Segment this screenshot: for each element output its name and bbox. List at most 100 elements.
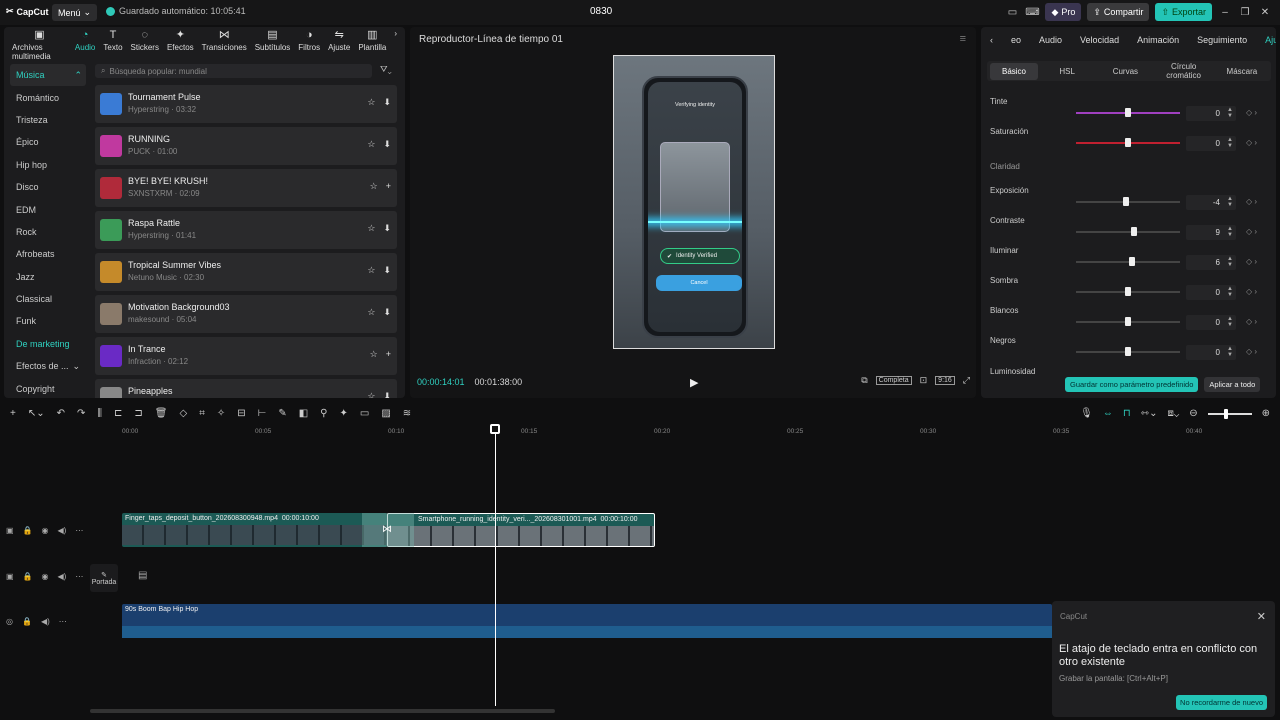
track-item[interactable]: Raspa Rattle Hyperstring · 01:41 ☆ ⬇ [95, 211, 397, 249]
right-tab-0[interactable]: eo [1002, 35, 1030, 45]
track-toggle-icon[interactable]: ▣ [6, 526, 14, 535]
right-tab-4[interactable]: Seguimiento [1188, 35, 1256, 45]
track-item[interactable]: RUNNING PUCK · 01:00 ☆ ⬇ [95, 127, 397, 165]
track-item[interactable]: BYE! BYE! KRUSH! SXNSTXRM · 02:09 ☆ + [95, 169, 397, 207]
tab-4[interactable]: ✦ Efectos [163, 27, 198, 54]
adjust-slider[interactable] [1076, 347, 1180, 356]
download-icon[interactable]: ⬇ [383, 223, 391, 234]
sidebar-item-14[interactable]: Copyright [4, 377, 90, 398]
favorite-icon[interactable]: ☆ [367, 223, 375, 234]
audio-clip[interactable]: 90s Boom Bap Hip Hop [122, 604, 1052, 638]
more-icon[interactable]: ⋯ [59, 617, 67, 626]
tab-1[interactable]: ◔ Audio [71, 27, 99, 54]
cover-button[interactable]: ✎ Portada [90, 564, 118, 592]
value-input[interactable]: -4 ▲ ▼ [1186, 195, 1236, 210]
tabs-next-icon[interactable]: › [390, 27, 401, 40]
track-item[interactable]: Tournament Pulse Hyperstring · 03:32 ☆ ⬇ [95, 85, 397, 123]
more-icon[interactable]: ⋯ [75, 572, 83, 581]
subtab-4[interactable]: Máscara [1213, 67, 1271, 76]
slider-knob[interactable] [1125, 287, 1131, 296]
sidebar-item-0[interactable]: Música ⌃ [10, 64, 86, 87]
value-input[interactable]: 0 ▲ ▼ [1186, 345, 1236, 360]
adjust-slider[interactable] [1076, 227, 1180, 236]
sidebar-item-12[interactable]: De marketing [4, 333, 90, 355]
export-button[interactable]: ⇧ Exportar [1155, 3, 1212, 21]
subtab-0[interactable]: Básico [990, 62, 1038, 80]
player-menu-icon[interactable]: ≡ [960, 33, 966, 45]
speaker-icon[interactable]: ◀) [58, 526, 67, 535]
subtab-1[interactable]: HSL [1038, 67, 1096, 76]
minimize-icon[interactable]: – [1218, 5, 1232, 19]
slider-knob[interactable] [1125, 317, 1131, 326]
filter-icon[interactable]: ⛛⌄ [380, 64, 392, 75]
mirror-icon[interactable]: ◧ [299, 408, 308, 419]
lock-icon[interactable]: 🔒 [23, 526, 33, 535]
crop-icon[interactable]: ⧉ [861, 375, 867, 386]
tab-3[interactable]: ◌ Stickers [127, 27, 163, 54]
adjust-slider[interactable] [1076, 108, 1180, 117]
download-icon[interactable]: ⬇ [383, 307, 391, 318]
subtab-3[interactable]: Círculo cromático [1155, 62, 1213, 80]
value-input[interactable]: 0 ▲ ▼ [1186, 285, 1236, 300]
adjust-slider[interactable] [1076, 138, 1180, 147]
shortcuts-icon[interactable]: ⌨ [1025, 5, 1039, 19]
right-tab-5[interactable]: Ajus [1256, 35, 1276, 45]
undo-icon[interactable]: ↶ [57, 408, 65, 419]
sidebar-item-11[interactable]: Funk [4, 310, 90, 332]
fullscreen-icon[interactable]: ⤢ [963, 375, 970, 386]
crop-tool-icon[interactable]: ⌗ [199, 408, 205, 419]
magnet-icon[interactable]: ⊓ [1123, 408, 1131, 419]
download-icon[interactable]: ⬇ [383, 265, 391, 276]
favorite-icon[interactable]: ☆ [367, 265, 375, 276]
keyframe-icon[interactable]: ◇ › [1246, 227, 1257, 236]
sidebar-item-13[interactable]: Efectos de ... ⌄ [4, 355, 90, 377]
audio-track-icon[interactable]: ◎ [6, 617, 13, 626]
value-input[interactable]: 0 ▲ ▼ [1186, 315, 1236, 330]
ai-icon[interactable]: ✧ [217, 408, 225, 419]
lock-icon[interactable]: 🔒 [23, 572, 33, 581]
split-left-icon[interactable]: ⊏ [114, 408, 122, 419]
favorite-icon[interactable]: ☆ [370, 181, 378, 192]
eye-icon[interactable]: ◉ [42, 526, 49, 535]
lock-icon[interactable]: 🔒 [22, 617, 32, 626]
stepper-icon[interactable]: ▲ ▼ [1227, 316, 1233, 328]
slider-knob[interactable] [1131, 227, 1138, 236]
quality-button[interactable]: Completa [875, 376, 912, 385]
search-input[interactable]: ⌕ Búsqueda popular: mundial [95, 64, 372, 78]
stepper-icon[interactable]: ▲ ▼ [1227, 346, 1233, 358]
stepper-icon[interactable]: ▲ ▼ [1227, 256, 1233, 268]
play-icon[interactable]: ▶ [690, 376, 698, 389]
frame-icon[interactable]: ⊟ [237, 408, 245, 419]
keyframe-icon[interactable]: ◇ › [1246, 138, 1257, 147]
slider-knob[interactable] [1122, 197, 1129, 206]
split-icon[interactable]: ⫼ [97, 408, 102, 419]
keyframe-icon[interactable]: ◇ › [1246, 287, 1257, 296]
right-tab-3[interactable]: Animación [1128, 35, 1188, 45]
delete-icon[interactable]: 🗑 [155, 408, 168, 419]
redo-icon[interactable]: ↷ [77, 408, 85, 419]
select-tool-icon[interactable]: ↖⌄ [28, 408, 45, 419]
tab-6[interactable]: ▤ Subtítulos [251, 27, 295, 54]
stepper-icon[interactable]: ▲ ▼ [1227, 196, 1233, 208]
track-item[interactable]: Motivation Background03 makesound · 05:04… [95, 295, 397, 333]
video-clip-2[interactable]: Smartphone_running_identity_veri..._2026… [387, 513, 655, 547]
pen-icon[interactable]: ✎ [278, 408, 286, 419]
sidebar-item-1[interactable]: Romántico [4, 86, 90, 108]
horizontal-scrollbar[interactable] [90, 709, 555, 713]
stepper-icon[interactable]: ▲ ▼ [1227, 107, 1233, 119]
adjust-slider[interactable] [1076, 257, 1180, 266]
close-icon[interactable]: ✕ [1257, 610, 1266, 623]
value-input[interactable]: 9 ▲ ▼ [1186, 225, 1236, 240]
close-icon[interactable]: ✕ [1258, 5, 1272, 19]
layout-icon[interactable]: ▭ [1005, 5, 1019, 19]
subtab-2[interactable]: Curvas [1096, 67, 1154, 76]
download-icon[interactable]: ⬇ [383, 391, 391, 398]
right-tab-1[interactable]: Audio [1030, 35, 1071, 45]
tab-8[interactable]: ⇋ Ajuste [324, 27, 354, 54]
add-icon[interactable]: + [386, 181, 391, 192]
favorite-icon[interactable]: ☆ [367, 391, 375, 398]
keyframe-icon[interactable]: ◇ › [1246, 347, 1257, 356]
favorite-icon[interactable]: ☆ [367, 307, 375, 318]
favorite-icon[interactable]: ☆ [370, 349, 378, 360]
value-input[interactable]: 0 ▲ ▼ [1186, 136, 1236, 151]
